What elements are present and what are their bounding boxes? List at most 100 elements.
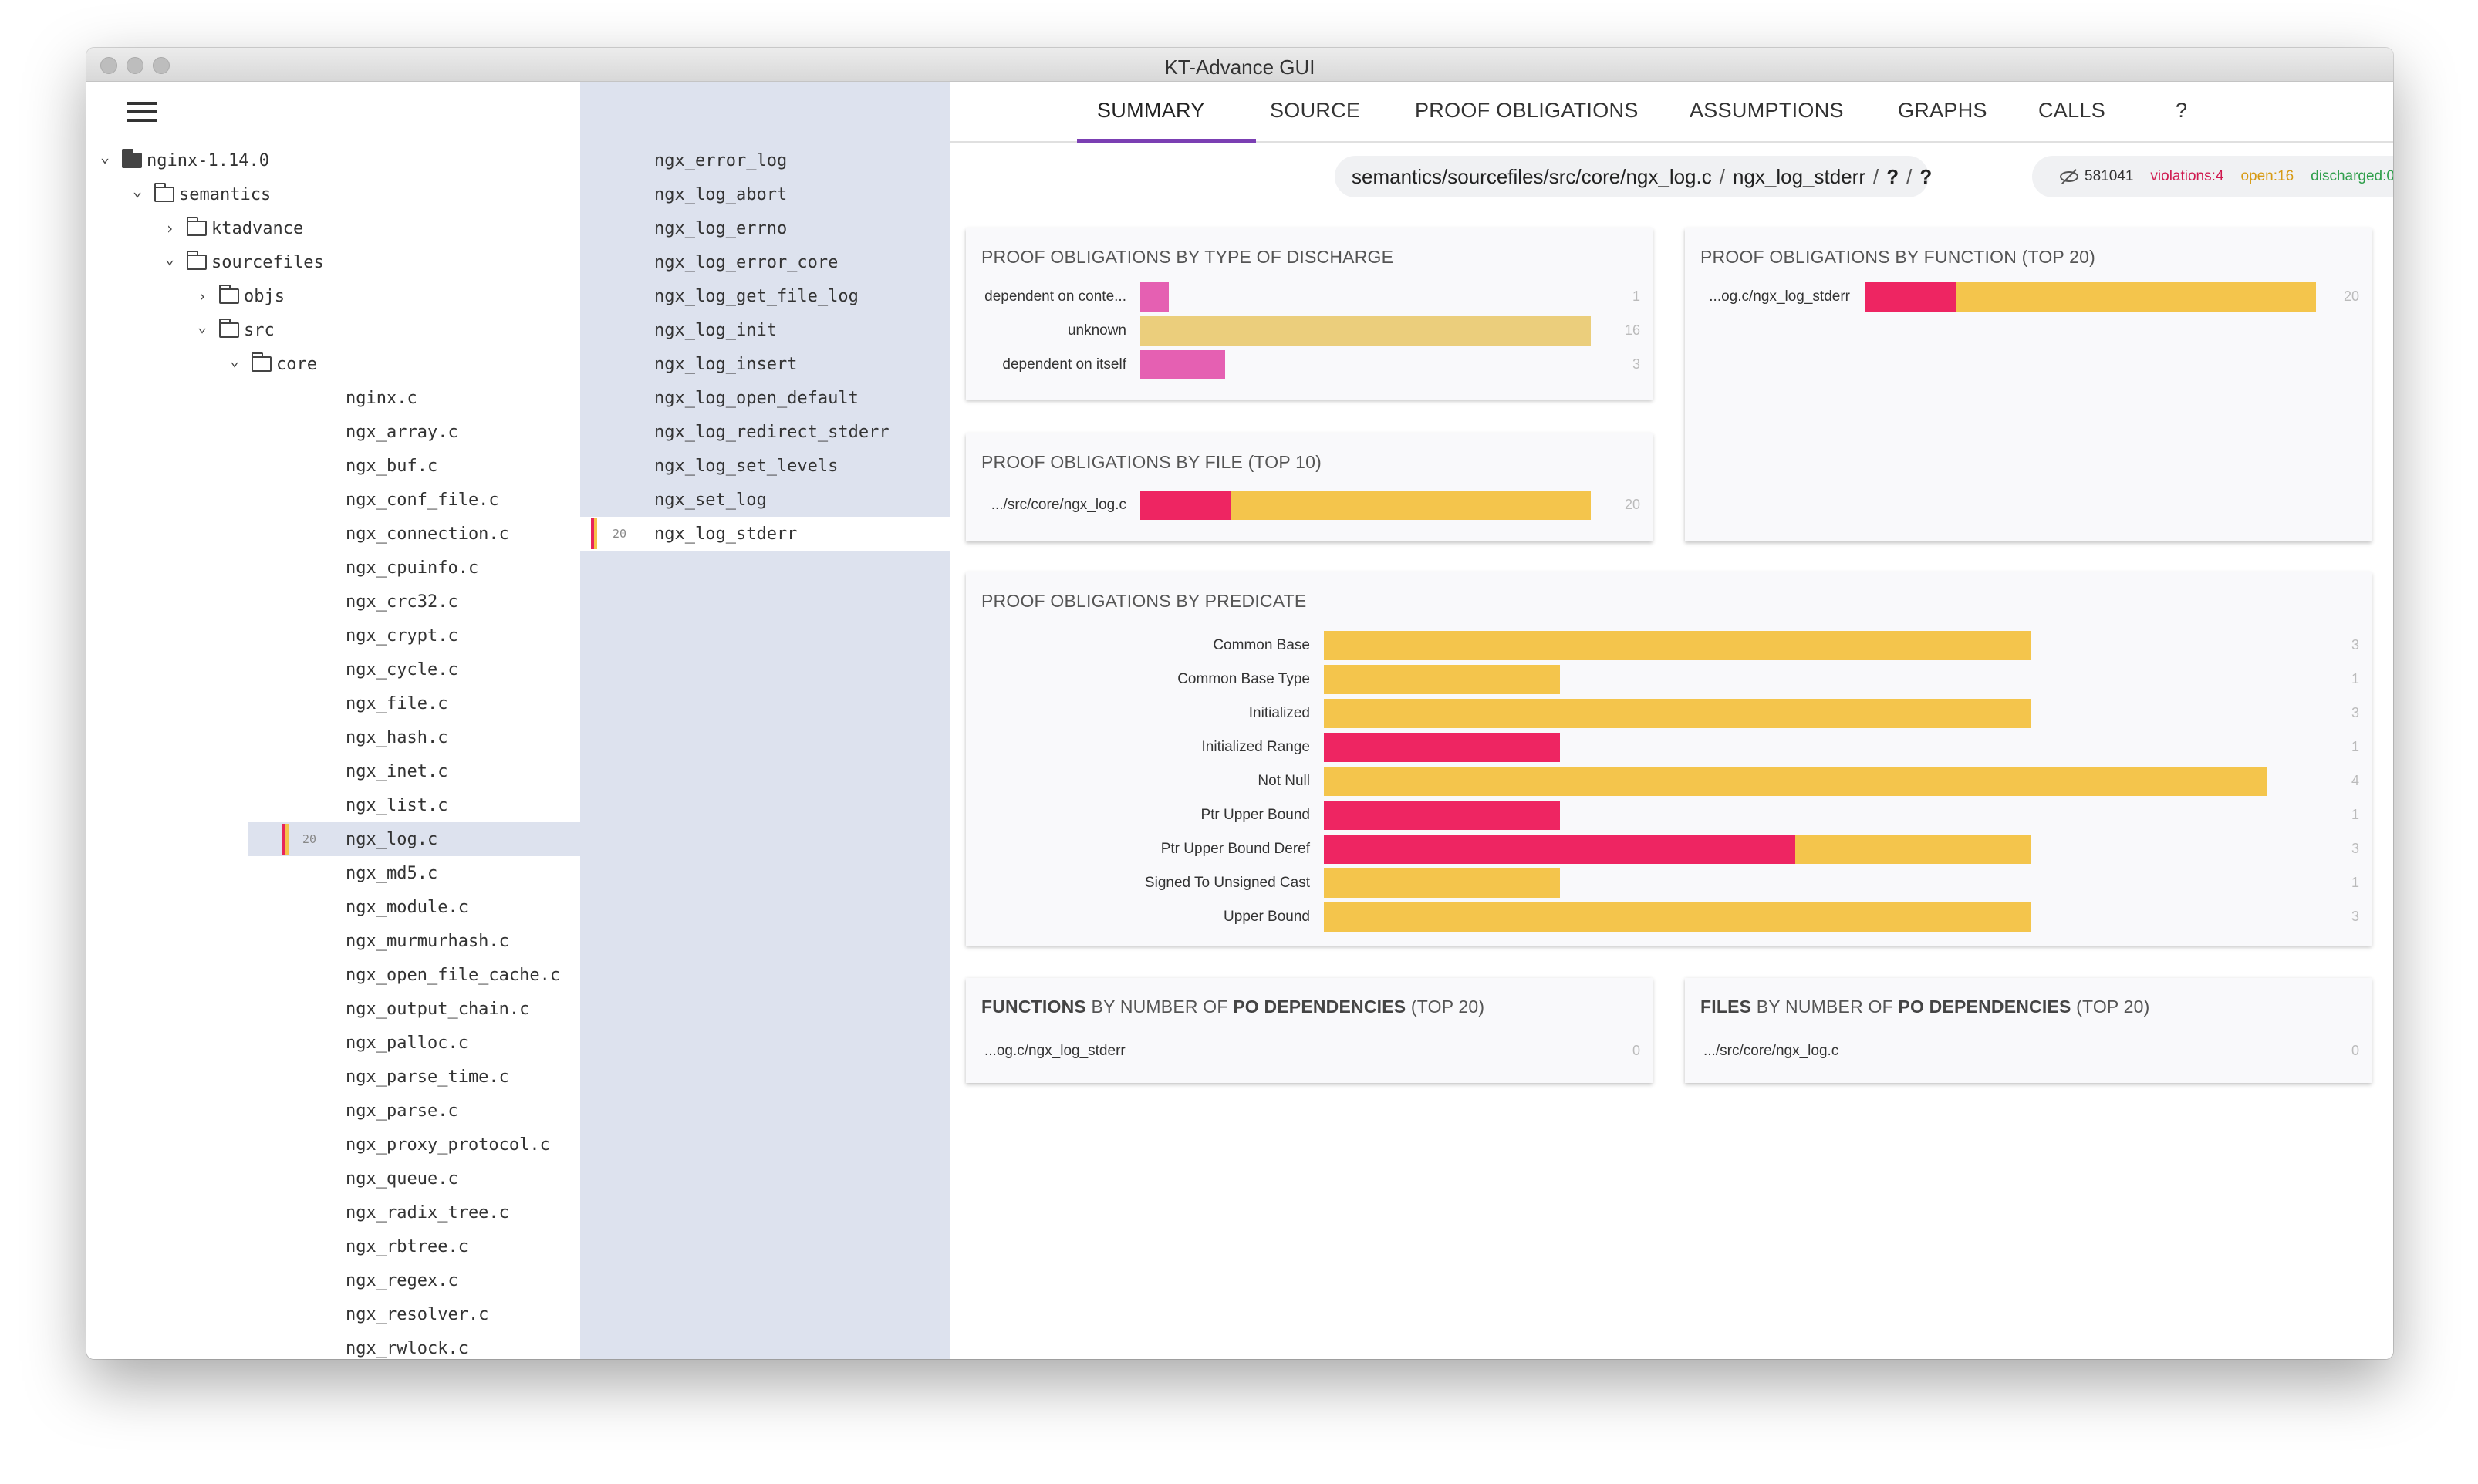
tree-file-item[interactable]: ngx_list.c xyxy=(86,788,580,822)
bar[interactable] xyxy=(1324,902,2031,932)
tree-file-item[interactable]: ngx_connection.c xyxy=(86,517,580,551)
tab-source[interactable]: SOURCE xyxy=(1270,99,1360,123)
folder-icon xyxy=(187,251,207,270)
function-list-item[interactable]: ngx_log_open_default xyxy=(580,381,950,415)
tab-graphs[interactable]: GRAPHS xyxy=(1898,99,1987,123)
tree-file-item[interactable]: ngx_module.c xyxy=(86,890,580,924)
function-list-item[interactable]: 20 ngx_log_stderr xyxy=(580,517,950,551)
tab-assumptions[interactable]: ASSUMPTIONS xyxy=(1690,99,1844,123)
tree-file-item[interactable]: nginx.c xyxy=(86,381,580,415)
function-list-item[interactable]: ngx_log_insert xyxy=(580,347,950,381)
tree-file-item[interactable]: ngx_output_chain.c xyxy=(86,992,580,1026)
function-list-item[interactable]: ngx_error_log xyxy=(580,143,950,177)
dep-row-label[interactable]: .../src/core/ngx_log.c xyxy=(1703,1043,1838,1060)
tree-folder-label: semantics xyxy=(179,184,272,204)
tab-calls[interactable]: CALLS xyxy=(2038,99,2105,123)
tab-proof-obligations[interactable]: PROOF OBLIGATIONS xyxy=(1415,99,1639,123)
bar[interactable] xyxy=(1140,316,1591,346)
tree-file-item[interactable]: ngx_radix_tree.c xyxy=(86,1196,580,1229)
bar[interactable] xyxy=(1324,868,1560,898)
tree-file-item[interactable]: ngx_hash.c xyxy=(86,720,580,754)
chevron-down-icon[interactable]: ⌄ xyxy=(196,319,208,334)
function-list-item[interactable]: ngx_log_errno xyxy=(580,211,950,245)
function-list-item[interactable]: ngx_log_error_core xyxy=(580,245,950,279)
bar[interactable] xyxy=(1324,665,1560,694)
tree-file-item[interactable]: ngx_rwlock.c xyxy=(86,1331,580,1359)
tree-folder-ktadvance[interactable]: › ktadvance xyxy=(86,211,580,245)
tree-file-item[interactable]: ngx_parse.c xyxy=(86,1094,580,1128)
function-list-item[interactable]: ngx_log_redirect_stderr xyxy=(580,415,950,449)
tree-folder-core[interactable]: ⌄ core xyxy=(86,347,580,381)
tree-file-label: ngx_parse.c xyxy=(346,1101,458,1121)
tree-file-item[interactable]: ngx_conf_file.c xyxy=(86,483,580,517)
bar[interactable] xyxy=(1324,835,1795,864)
tree-file-item[interactable]: ngx_array.c xyxy=(86,415,580,449)
menu-icon[interactable] xyxy=(127,102,157,123)
function-list-item[interactable]: ngx_log_init xyxy=(580,313,950,347)
tree-file-item[interactable]: ngx_md5.c xyxy=(86,856,580,890)
bar[interactable] xyxy=(1955,282,2316,312)
tree-file-item[interactable]: ngx_open_file_cache.c xyxy=(86,958,580,992)
tree-folder-objs[interactable]: › objs xyxy=(86,279,580,313)
tree-file-item[interactable]: ngx_file.c xyxy=(86,686,580,720)
tree-file-item[interactable]: ngx_cpuinfo.c xyxy=(86,551,580,585)
chevron-right-icon[interactable]: › xyxy=(196,288,208,304)
tree-folder-label: ktadvance xyxy=(211,218,304,238)
function-label: ngx_log_redirect_stderr xyxy=(654,422,890,442)
tree-file-item[interactable]: ngx_rbtree.c xyxy=(86,1229,580,1263)
tab-help[interactable]: ? xyxy=(2176,99,2187,123)
function-list-item[interactable]: ngx_log_abort xyxy=(580,177,950,211)
function-list-item[interactable]: ngx_log_get_file_log xyxy=(580,279,950,313)
dep-row-label[interactable]: ...og.c/ngx_log_stderr xyxy=(984,1043,1126,1060)
bar[interactable] xyxy=(1324,631,2031,660)
tree-file-item[interactable]: ngx_cycle.c xyxy=(86,653,580,686)
function-label: ngx_log_init xyxy=(654,320,777,340)
bar[interactable] xyxy=(1140,350,1225,379)
chevron-down-icon[interactable]: ⌄ xyxy=(228,352,241,368)
tree-file-item[interactable]: ngx_queue.c xyxy=(86,1162,580,1196)
folder-icon xyxy=(252,352,272,372)
bar[interactable] xyxy=(1324,733,1560,762)
function-label: ngx_log_error_core xyxy=(654,252,839,272)
tree-file-item[interactable]: ngx_buf.c xyxy=(86,449,580,483)
breadcrumb-function[interactable]: ngx_log_stderr xyxy=(1733,165,1865,189)
hidden-eye-icon[interactable] xyxy=(2060,171,2078,182)
tab-summary[interactable]: SUMMARY xyxy=(1097,99,1205,123)
breadcrumb-po-id[interactable]: ? xyxy=(1919,165,1932,189)
bar[interactable] xyxy=(1324,699,2031,728)
tree-file-item[interactable]: ngx_crypt.c xyxy=(86,619,580,653)
breadcrumb-po-type[interactable]: ? xyxy=(1886,165,1899,189)
tree-file-item[interactable]: ngx_resolver.c xyxy=(86,1297,580,1331)
tree-folder-src[interactable]: ⌄ src xyxy=(86,313,580,347)
bar[interactable] xyxy=(1795,835,2031,864)
tree-file-item[interactable]: ngx_palloc.c xyxy=(86,1026,580,1060)
bar[interactable] xyxy=(1324,801,1560,830)
bar[interactable] xyxy=(1140,491,1231,520)
bar[interactable] xyxy=(1230,491,1591,520)
tree-file-item[interactable]: 20 ngx_log.c xyxy=(248,822,580,856)
function-list-item[interactable]: ngx_log_set_levels xyxy=(580,449,950,483)
tree-file-item[interactable]: ngx_proxy_protocol.c xyxy=(86,1128,580,1162)
chevron-right-icon[interactable]: › xyxy=(164,221,176,236)
active-tab-indicator xyxy=(1077,139,1256,143)
chevron-down-icon[interactable]: ⌄ xyxy=(164,251,176,266)
breadcrumb-file[interactable]: semantics/sourcefiles/src/core/ngx_log.c xyxy=(1352,165,1712,189)
tree-file-item[interactable]: ngx_parse_time.c xyxy=(86,1060,580,1094)
tree-folder-sourcefiles[interactable]: ⌄ sourcefiles xyxy=(86,245,580,279)
bar[interactable] xyxy=(1324,767,2267,796)
tree-file-label: ngx_hash.c xyxy=(346,727,448,747)
tree-file-item[interactable]: ngx_inet.c xyxy=(86,754,580,788)
chevron-down-icon[interactable]: ⌄ xyxy=(99,149,111,164)
tree-file-item[interactable]: ngx_murmurhash.c xyxy=(86,924,580,958)
tree-folder-semantics[interactable]: ⌄ semantics xyxy=(86,177,580,211)
tree-file-item[interactable]: ngx_crc32.c xyxy=(86,585,580,619)
tree-file-label: ngx_regex.c xyxy=(346,1270,458,1290)
bar[interactable] xyxy=(1865,282,1956,312)
po-stats-bar: 581041 violations:4 open:16 discharged:0 xyxy=(2032,156,2393,197)
function-list-item[interactable]: ngx_set_log xyxy=(580,483,950,517)
tree-folder-nginx-1.14.0[interactable]: ⌄ nginx-1.14.0 xyxy=(86,143,580,177)
bar[interactable] xyxy=(1140,282,1169,312)
tree-file-item[interactable]: ngx_regex.c xyxy=(86,1263,580,1297)
tree-file-label: ngx_conf_file.c xyxy=(346,490,499,510)
chevron-down-icon[interactable]: ⌄ xyxy=(131,183,143,198)
